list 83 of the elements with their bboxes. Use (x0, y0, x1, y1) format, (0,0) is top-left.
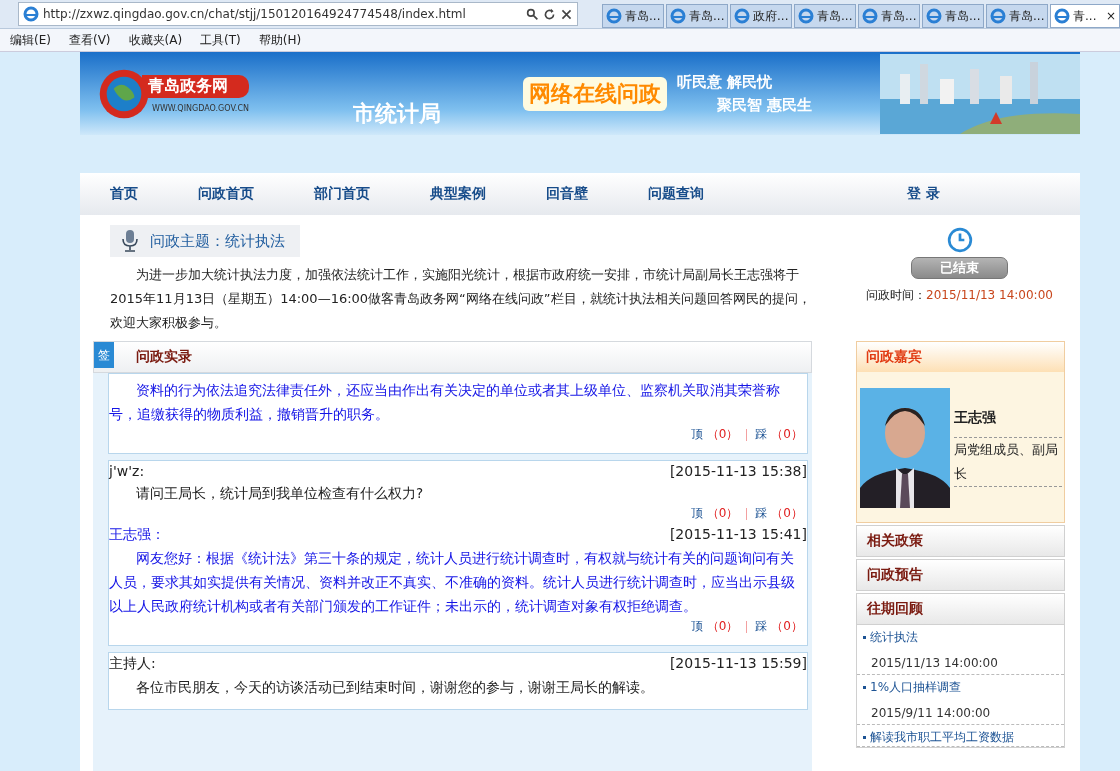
nav-link[interactable]: 问政首页 (198, 185, 254, 203)
history-time: 2015/11/13 14:00:00 (870, 655, 999, 672)
history-time: 2015/9/11 14:00:00 (870, 705, 992, 722)
browser-tab[interactable]: 青岛... (858, 4, 920, 28)
slogan-text: 网络在线问政 (523, 76, 667, 111)
vote-count: （0） (771, 618, 803, 635)
browser-tab[interactable]: 青... × (1050, 4, 1120, 28)
url-text: http://zxwz.qingdao.gov.cn/chat/stjj/150120164924774548/index.html (43, 7, 467, 21)
message-time: [2015-11-13 15:41] (669, 526, 807, 544)
department-title: 市统计局 (353, 99, 442, 128)
message-time: [2015-11-13 15:38] (669, 463, 807, 479)
topic-intro: 为进一步加大统计执法力度，加强依法统计工作，实施阳光统计，根据市政府统一安排，市统计局副局长王志强将于2015年11月13日（星期五）14:00—16:00做客青岛政务网“网络在线问政”栏目，就统计执法相关问题回答网民的提问，欢迎大家积极参与。 (110, 266, 812, 332)
vote-link[interactable]: 踩 (755, 618, 768, 635)
nav-link[interactable]: 首页 (110, 185, 138, 203)
menu-item[interactable]: 查看(V) (58, 31, 119, 49)
message-text: 资料的行为依法追究法律责任外，还应当由作出有关决定的单位或者其上级单位、监察机关取消其荣誉称号，追缴获得的物质利益，撤销晋升的职务。 (109, 381, 781, 424)
author-name: 主持人: (109, 655, 156, 673)
browser-tab[interactable]: 政府... (730, 4, 792, 28)
vote-count: （0） (706, 618, 739, 635)
author-name: j'w'z: (109, 463, 145, 479)
search-icon[interactable] (526, 7, 539, 21)
corner-badge: 签 (94, 342, 114, 368)
vote-link[interactable]: 顶 (690, 505, 703, 522)
browser-logo-icon (862, 8, 878, 24)
guest-name: 王志强 (954, 409, 1062, 438)
browser-tab[interactable]: 青岛... (986, 4, 1048, 28)
nav-link[interactable]: 问题查询 (648, 185, 704, 203)
browser-tab[interactable]: 青岛... (666, 4, 728, 28)
vote-link[interactable]: 顶 (690, 618, 703, 635)
browser-tab[interactable]: 青岛... (922, 4, 984, 28)
site-url-text: WWW.QINGDAO.GOV.CN (152, 103, 249, 113)
menu-item[interactable]: 编辑(E) (0, 31, 59, 49)
microphone-icon (120, 228, 140, 254)
browser-logo-icon (990, 8, 1006, 24)
history-link[interactable]: 统计执法 (870, 629, 918, 646)
time-value: 2015/11/13 14:00:00 (926, 288, 1053, 302)
vote-link[interactable]: 踩 (755, 505, 768, 522)
address-bar[interactable]: http://zxwz.qingdao.gov.cn/chat/stjj/150120164924774548/index.html (18, 2, 578, 26)
nav-link[interactable]: 部门首页 (314, 185, 370, 203)
browser-logo-icon (606, 8, 622, 24)
vote-link[interactable]: 顶 (690, 426, 703, 443)
nav-link[interactable]: 回音壁 (546, 185, 588, 203)
refresh-icon[interactable] (543, 7, 556, 21)
history-link[interactable]: 1%人口抽样调查 (870, 679, 962, 696)
vote-count: （0） (706, 426, 739, 443)
message-text: 各位市民朋友，今天的访谈活动已到结束时间，谢谢您的参与，谢谢王局长的解读。 (135, 678, 655, 697)
browser-logo-icon (798, 8, 814, 24)
motto-text: 聚民智 惠民生 (717, 95, 813, 115)
history-link[interactable]: 解读我市职工平均工资数据 (870, 729, 1014, 746)
message-text: 请问王局长，统计局到我单位检查有什么权力? (135, 484, 425, 503)
vote-count: （0） (771, 426, 803, 443)
close-icon[interactable] (560, 7, 573, 21)
ended-badge: 已结束 (911, 257, 1008, 279)
time-label: 问政时间： (866, 288, 927, 302)
menu-item[interactable]: 收藏夹(A) (118, 31, 191, 49)
section-header[interactable]: 问政预告 (856, 559, 1065, 591)
nav-link[interactable]: 典型案例 (430, 185, 486, 203)
clock-icon (946, 227, 973, 253)
author-name: 王志强： (109, 526, 165, 544)
vote-count: （0） (771, 505, 803, 522)
history-title: 往期回顾 (867, 600, 923, 618)
site-logo-text: 青岛政务网 (142, 74, 249, 98)
browser-tab[interactable]: 青岛... (794, 4, 856, 28)
guest-role: 局党组成员、副局长 (954, 438, 1062, 487)
browser-logo-icon (1054, 8, 1070, 24)
menu-item[interactable]: 帮助(H) (248, 31, 310, 49)
login-link[interactable]: 登 录 (907, 185, 940, 203)
browser-logo-icon (23, 6, 39, 22)
browser-logo-icon (734, 8, 750, 24)
menu-item[interactable]: 工具(T) (190, 31, 249, 49)
topic-title: 问政主题：统计执法 (150, 231, 285, 251)
vote-link[interactable]: 踩 (755, 426, 768, 443)
record-title: 问政实录 (136, 348, 192, 366)
browser-logo-icon (670, 8, 686, 24)
vote-count: （0） (706, 505, 739, 522)
guest-title: 问政嘉宾 (866, 348, 922, 366)
browser-tab[interactable]: 青岛... (602, 4, 664, 28)
globe-logo-icon (98, 67, 150, 120)
browser-logo-icon (926, 8, 942, 24)
section-header[interactable]: 相关政策 (856, 525, 1065, 557)
message-time: [2015-11-13 15:59] (669, 655, 807, 673)
message-text: 网友您好：根据《统计法》第三十条的规定，统计人员进行统计调查时，有权就与统计有关的问题询问有关人员，要求其如实提供有关情况、资料并改正不真实、不准确的资料。统计人员进行统计调查时，应当出示县级以上人民政府统计机构或者有关部门颁发的工作证件；未出示的，统计调查对象有权拒绝调查。 (109, 549, 796, 616)
motto-text: 听民意 解民忧 (677, 72, 774, 92)
